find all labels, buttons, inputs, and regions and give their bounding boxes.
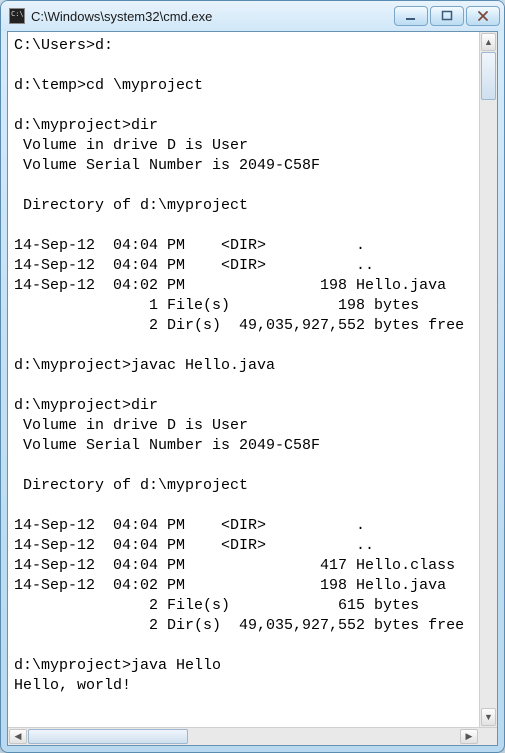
client-row: C:\Users>d: d:\temp>cd \myproject d:\myp… <box>8 32 497 727</box>
window-title: C:\Windows\system32\cmd.exe <box>31 9 392 24</box>
scrollbar-corner <box>479 728 497 745</box>
minimize-button[interactable] <box>394 6 428 26</box>
maximize-button[interactable] <box>430 6 464 26</box>
titlebar[interactable]: C:\Windows\system32\cmd.exe <box>1 1 504 31</box>
scroll-down-button[interactable]: ▼ <box>481 708 496 726</box>
cmd-icon <box>9 8 25 24</box>
client-area: C:\Users>d: d:\temp>cd \myproject d:\myp… <box>7 31 498 746</box>
scroll-right-button[interactable]: ▶ <box>460 729 478 744</box>
vertical-scroll-thumb[interactable] <box>481 52 496 100</box>
horizontal-scroll-thumb[interactable] <box>28 729 188 744</box>
chevron-right-icon: ▶ <box>466 732 473 741</box>
minimize-icon <box>405 10 417 22</box>
scroll-left-button[interactable]: ◀ <box>9 729 27 744</box>
horizontal-scrollbar[interactable]: ◀ ▶ <box>8 727 497 745</box>
close-button[interactable] <box>466 6 500 26</box>
maximize-icon <box>441 10 453 22</box>
console-output[interactable]: C:\Users>d: d:\temp>cd \myproject d:\myp… <box>8 32 479 727</box>
chevron-up-icon: ▲ <box>484 38 493 47</box>
chevron-down-icon: ▼ <box>484 713 493 722</box>
cmd-window: C:\Windows\system32\cmd.exe C:\Users>d: … <box>0 0 505 753</box>
close-icon <box>477 10 489 22</box>
scroll-up-button[interactable]: ▲ <box>481 33 496 51</box>
vertical-scrollbar[interactable]: ▲ ▼ <box>479 32 497 727</box>
chevron-left-icon: ◀ <box>15 732 22 741</box>
